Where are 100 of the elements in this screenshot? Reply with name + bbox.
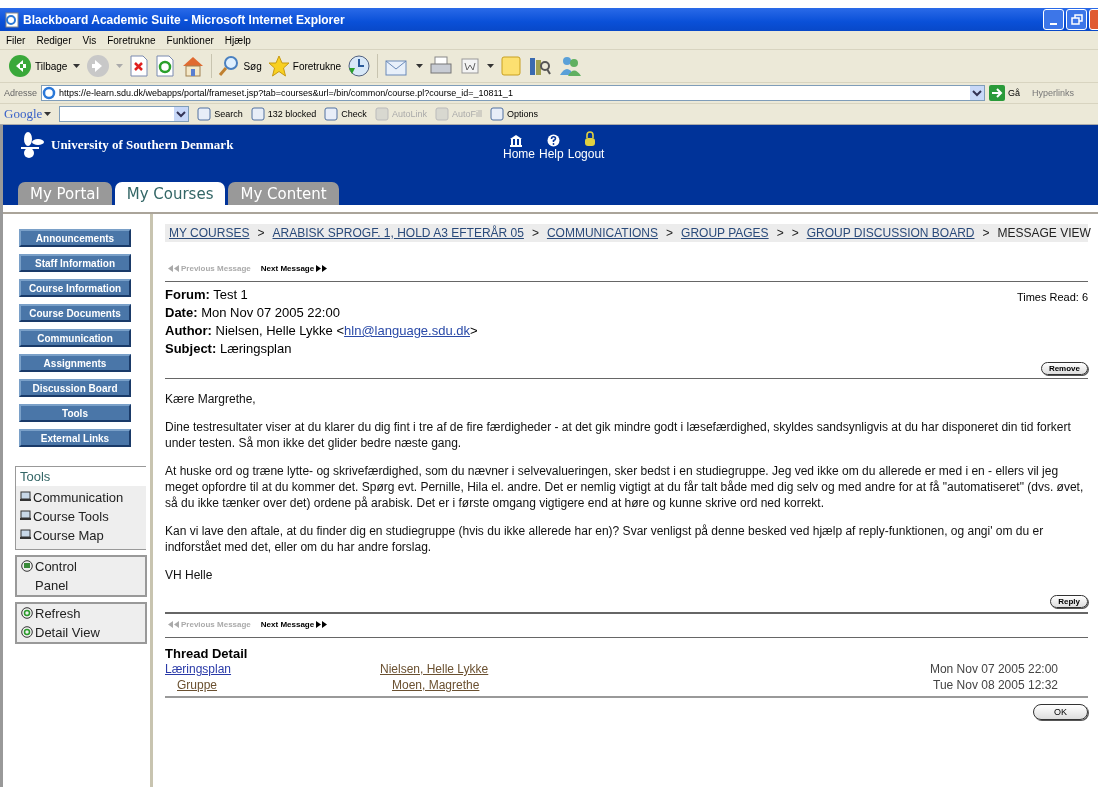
toolbar-magnifier-button[interactable]: Søg (218, 55, 262, 77)
thread-author-link[interactable]: Nielsen, Helle Lykke (380, 662, 489, 676)
course-menu-button[interactable]: Course Information (19, 279, 131, 297)
thread-subject-link[interactable]: Gruppe (177, 678, 218, 692)
go-button[interactable]: Gå (989, 85, 1029, 101)
course-menu-button[interactable]: Staff Information (19, 254, 131, 272)
caret-icon[interactable] (487, 64, 495, 68)
breadcrumb-link[interactable]: GROUP DISCUSSION BOARD (806, 226, 975, 240)
google-toolbar-button[interactable]: Options (489, 107, 538, 121)
message-paragraph: VH Helle (165, 567, 214, 583)
message-field: Date: Mon Nov 07 2005 22:00 (165, 305, 478, 320)
google-toolbar-button[interactable]: Check (324, 107, 367, 121)
caret-icon[interactable] (416, 64, 424, 68)
menu-item[interactable]: Vis (82, 34, 97, 46)
menu-item[interactable]: Hjælp (224, 34, 251, 46)
arrow-icon (989, 85, 1006, 101)
course-menu-button[interactable]: Course Documents (19, 304, 131, 322)
message-nav-link[interactable]: Next Message (260, 264, 328, 273)
google-toolbar-button[interactable]: 132 blocked (250, 107, 317, 121)
window-title: Blackboard Academic Suite - Microsoft Internet Explorer (23, 12, 345, 27)
minimize-button[interactable] (1043, 9, 1064, 30)
email-link[interactable]: hln@language.sdu.dk (344, 323, 470, 338)
padlock-icon (584, 131, 596, 147)
menu-item[interactable]: Filer (6, 34, 26, 46)
restore-button[interactable] (1066, 9, 1087, 30)
toolbar-icon (489, 107, 504, 121)
breadcrumb-link[interactable]: ARABISK SPROGF. 1, HOLD A3 EFTERÅR 05 (272, 226, 524, 240)
google-search-field[interactable] (59, 106, 190, 122)
computer-icon (20, 510, 31, 521)
thread-date: Mon Nov 07 2005 22:00 (929, 661, 1058, 677)
stop-icon[interactable] (129, 55, 150, 77)
course-menu-button[interactable]: Tools (19, 404, 131, 422)
times-read: Times Read: 6 (1016, 290, 1088, 305)
history-icon[interactable] (347, 54, 372, 78)
double-right-arrow-icon (316, 265, 328, 272)
links-button[interactable]: Hyperlinks (1032, 88, 1075, 98)
help-icon (547, 134, 560, 147)
back-button[interactable]: Tilbage (8, 54, 68, 78)
header-nav-link[interactable]: Logout (567, 147, 605, 161)
menu-item[interactable]: Rediger (36, 34, 72, 46)
menu-item[interactable]: Foretrukne (107, 34, 156, 46)
breadcrumb-current: MESSAGE VIEW (997, 226, 1091, 240)
course-menu-button[interactable]: Assignments (19, 354, 131, 372)
tool-link[interactable]: Course Tools (20, 507, 146, 526)
books-icon[interactable] (528, 55, 553, 77)
message-field: Author: Nielsen, Helle Lykke <hln@language.sdu.dk> (165, 323, 478, 338)
restore-icon (1070, 13, 1083, 26)
double-left-arrow-icon (168, 265, 179, 272)
favorites-button[interactable]: Foretrukne (267, 55, 342, 77)
google-logo[interactable]: Google (4, 106, 43, 122)
double-right-arrow-icon (316, 621, 328, 628)
caret-icon[interactable] (44, 112, 52, 116)
computer-icon (20, 491, 31, 502)
ring-icon (21, 607, 33, 619)
course-menu-button[interactable]: Discussion Board (19, 379, 131, 397)
header-nav-link[interactable]: Help (539, 147, 564, 161)
message-paragraph: Dine testresultater viser at du klarer du dig fint i tre af de fire færdigheder - at det gik mindre godt i læsefærdighed, skyldes sandsynligvis at du har disponeret din tid forkert under testen. Så mon ikke det glider bedre næste gang. (165, 419, 1072, 451)
toolbar-icon (250, 107, 265, 121)
header-nav-link[interactable]: Home (503, 147, 535, 161)
caret-icon[interactable] (73, 64, 81, 68)
message-field: Subject: Læringsplan (165, 341, 478, 356)
breadcrumb-link[interactable]: GROUP PAGES (681, 226, 769, 240)
control-panel-link[interactable]: Control Panel (21, 557, 141, 595)
address-label: Adresse (4, 88, 38, 98)
toolbar-icon (434, 107, 449, 121)
tool-link[interactable]: Course Map (20, 526, 146, 545)
menu-item[interactable]: Funktioner (166, 34, 214, 46)
message-paragraph: At huske ord og træne lytte- og skrivefærdighed, som du nævner i selvevalueringen, sker bedst i en studiegruppe. Jeg ved ikke om du allerede er med i en - ellers vil jeg meget opfordre til at du kommer det. Spørg evt. Pernille, Hila el. andre. Det er nemlig vigtigt at du får talt både med dig selv og med andre for at få "automatiseret" (dvs. øvet, så du ikke tænker over det) ordene på arabisk. Det er i første omgang vigtigere end at høre og kunne skrive ord ned korrekt. (165, 463, 1085, 511)
people-icon[interactable] (558, 55, 583, 77)
reply-button[interactable]: Reply (1050, 595, 1088, 608)
course-menu-button[interactable]: Communication (19, 329, 131, 347)
thread-subject-link[interactable]: Læringsplan (165, 662, 232, 676)
university-name: University of Southern Denmark (51, 137, 234, 153)
address-field[interactable]: https://e-learn.sdu.dk/webapps/portal/frameset.jsp?tab=courses&url=/bin/common/course.pl?course_id=_10811_1 (41, 85, 986, 101)
message-nav-link[interactable]: Next Message (260, 620, 328, 629)
message-paragraph: Kan vi lave den aftale, at du finder dig en studiegruppe (hvis du ikke allerede har en)? Svar venligst på denne besked ved hjælp af reply-funktionen, og angi' om du er indforstået med det, eller om du har andre forslag. (165, 523, 1045, 555)
breadcrumb-separator: > (776, 226, 784, 240)
refresh-icon[interactable] (155, 55, 176, 77)
document-icon (5, 11, 19, 28)
course-menu-button[interactable]: Announcements (19, 229, 131, 247)
ok-button[interactable]: OK (1033, 704, 1088, 720)
action-link[interactable]: Detail View (21, 623, 141, 642)
message-paragraph: Kære Margrethe, (165, 391, 257, 407)
message-field: Forum: Test 1 (165, 287, 478, 302)
word-document-icon[interactable] (459, 55, 482, 77)
leaf-logo-icon (19, 131, 45, 159)
breadcrumb-link[interactable]: MY COURSES (169, 226, 250, 240)
nav-tab[interactable]: My Courses (114, 182, 226, 205)
action-link[interactable]: Refresh (21, 604, 141, 623)
building-icon (509, 134, 523, 147)
breadcrumb-separator: > (982, 226, 990, 240)
thread-author-link[interactable]: Moen, Magrethe (392, 678, 480, 692)
course-menu-button[interactable]: External Links (19, 429, 131, 447)
tool-link[interactable]: Communication (20, 488, 146, 507)
remove-button[interactable]: Remove (1040, 362, 1088, 375)
google-toolbar-button[interactable]: Search (197, 107, 243, 121)
ring-icon (21, 626, 33, 638)
printer-icon[interactable] (429, 55, 454, 77)
breadcrumb-link[interactable]: COMMUNICATIONS (546, 226, 659, 240)
thread-title: Thread Detail (165, 646, 249, 661)
